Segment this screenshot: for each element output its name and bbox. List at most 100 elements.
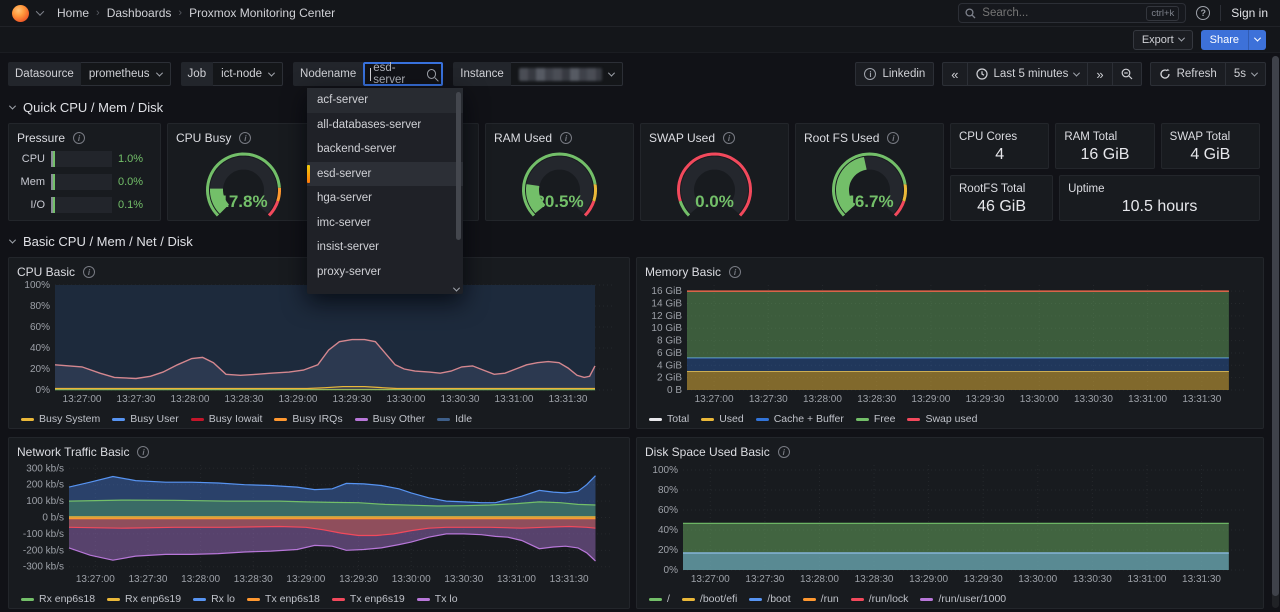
svg-text:40%: 40%: [30, 343, 50, 354]
legend-swatch-icon: [107, 598, 120, 601]
section-quick-cpu-mem-disk[interactable]: Quick CPU / Mem / Disk: [10, 95, 1266, 119]
svg-text:14 GiB: 14 GiB: [651, 299, 682, 310]
page-scrollbar[interactable]: [1272, 56, 1279, 608]
legend-item[interactable]: /: [649, 593, 670, 605]
info-icon[interactable]: i: [723, 132, 735, 144]
info-icon[interactable]: i: [560, 132, 572, 144]
time-range-picker[interactable]: Last 5 minutes: [967, 62, 1088, 86]
panel-title: CPU Basic: [17, 265, 75, 279]
panel-pressure[interactable]: Pressure i CPU1.0%Mem0.0%I/O0.1%: [8, 123, 161, 221]
stat-value: 46 GiB: [959, 198, 1044, 216]
dropdown-option-hga-server[interactable]: hga-server: [307, 186, 463, 211]
legend-item[interactable]: /run/user/1000: [920, 593, 1006, 605]
dropdown-option-all-databases-server[interactable]: all-databases-server: [307, 113, 463, 138]
legend-item[interactable]: Busy Other: [355, 413, 426, 425]
legend-item[interactable]: Cache + Buffer: [756, 413, 844, 425]
panel-cpu-busy[interactable]: CPU Busy i 17.8%: [167, 123, 320, 221]
legend-item[interactable]: Tx enp6s18: [247, 593, 320, 605]
panel-title: RootFS Total: [959, 182, 1044, 196]
cpu-busy-gauge: 17.8%: [176, 146, 311, 225]
breadcrumb-home[interactable]: Home: [57, 6, 89, 20]
nodename-input[interactable]: esd-server: [363, 62, 443, 86]
pressure-bar: [51, 151, 112, 167]
dropdown-option-acf-server[interactable]: acf-server: [307, 88, 463, 113]
chevron-down-icon: [1178, 35, 1185, 42]
share-menu-button[interactable]: [1248, 30, 1266, 50]
legend-item[interactable]: /run: [803, 593, 839, 605]
panel-ram-total[interactable]: RAM Total 16 GiB: [1055, 123, 1154, 169]
instance-label: Instance: [453, 62, 510, 86]
dropdown-option-proxy-server[interactable]: proxy-server: [307, 260, 463, 285]
legend-item[interactable]: /boot: [749, 593, 790, 605]
info-icon[interactable]: i: [73, 132, 85, 144]
info-icon[interactable]: i: [137, 446, 149, 458]
info-icon[interactable]: i: [778, 446, 790, 458]
breadcrumb-dashboards[interactable]: Dashboards: [107, 6, 172, 20]
panel-uptime[interactable]: Uptime 10.5 hours: [1059, 175, 1260, 221]
panel-memory-basic[interactable]: Memory Basic i 13:27:0013:27:3013:28:001…: [636, 257, 1264, 429]
svg-text:13:29:00: 13:29:00: [279, 394, 318, 405]
job-picker[interactable]: ict-node: [213, 62, 283, 86]
search-icon: [427, 69, 437, 79]
export-button[interactable]: Export: [1133, 30, 1193, 50]
legend-item[interactable]: Rx lo: [193, 593, 235, 605]
linkedin-link-button[interactable]: i Linkedin: [855, 62, 934, 86]
breadcrumb-dashboard-title[interactable]: Proxmox Monitoring Center: [189, 6, 335, 20]
info-icon[interactable]: i: [83, 266, 95, 278]
svg-text:13:31:00: 13:31:00: [495, 394, 534, 405]
refresh-button[interactable]: Refresh: [1150, 62, 1225, 86]
dropdown-option-backend-server[interactable]: backend-server: [307, 137, 463, 162]
legend-item[interactable]: Rx enp6s18: [21, 593, 95, 605]
legend-item[interactable]: Busy System: [21, 413, 100, 425]
legend-item[interactable]: Idle: [437, 413, 472, 425]
legend-item[interactable]: /boot/efi: [682, 593, 737, 605]
legend-item[interactable]: Busy Iowait: [191, 413, 263, 425]
legend-item[interactable]: Rx enp6s19: [107, 593, 181, 605]
datasource-picker[interactable]: prometheus: [81, 62, 171, 86]
panel-ram-used[interactable]: RAM Used i 20.5%: [485, 123, 634, 221]
panel-swap-used[interactable]: SWAP Used i 0.0%: [640, 123, 789, 221]
legend-item[interactable]: Used: [701, 413, 744, 425]
info-icon[interactable]: i: [887, 132, 899, 144]
sign-in-button[interactable]: Sign in: [1231, 6, 1268, 20]
legend-item[interactable]: Swap used: [907, 413, 977, 425]
dropdown-option-esd-server[interactable]: esd-server: [307, 162, 463, 187]
panel-network-traffic-basic[interactable]: Network Traffic Basic i 13:27:0013:27:30…: [8, 437, 630, 609]
search-input[interactable]: [982, 7, 1140, 19]
org-switcher-chevron-icon[interactable]: [36, 7, 44, 15]
legend-item[interactable]: Busy User: [112, 413, 178, 425]
legend-item[interactable]: Total: [649, 413, 689, 425]
time-shift-forward-button[interactable]: »: [1087, 62, 1111, 86]
dropdown-option-imc-server[interactable]: imc-server: [307, 211, 463, 236]
svg-text:13:31:30: 13:31:30: [550, 574, 589, 585]
info-icon[interactable]: i: [239, 132, 251, 144]
section-basic-cpu-mem-net-disk[interactable]: Basic CPU / Mem / Net / Disk: [10, 229, 1266, 253]
panel-rootfs-total[interactable]: RootFS Total 46 GiB: [950, 175, 1053, 221]
legend-item[interactable]: /run/lock: [851, 593, 909, 605]
panel-swap-total[interactable]: SWAP Total 4 GiB: [1161, 123, 1260, 169]
info-icon[interactable]: i: [729, 266, 741, 278]
grafana-logo-icon[interactable]: [12, 5, 29, 22]
share-button[interactable]: Share: [1201, 30, 1248, 50]
svg-text:13:30:00: 13:30:00: [1020, 394, 1059, 405]
dropdown-option-insist-server[interactable]: insist-server: [307, 235, 463, 260]
dropdown-scrollbar[interactable]: [456, 92, 461, 240]
legend-item[interactable]: Busy IRQs: [274, 413, 342, 425]
breadcrumb-separator: ›: [96, 7, 100, 19]
time-shift-back-button[interactable]: «: [942, 62, 966, 86]
svg-text:46.7%: 46.7%: [845, 192, 893, 211]
legend-item[interactable]: Free: [856, 413, 896, 425]
panel-cpu-cores[interactable]: CPU Cores 4: [950, 123, 1049, 169]
help-icon[interactable]: ?: [1196, 6, 1210, 20]
legend-item[interactable]: Tx lo: [417, 593, 458, 605]
svg-text:13:31:30: 13:31:30: [549, 394, 588, 405]
legend-item[interactable]: Tx enp6s19: [332, 593, 405, 605]
panel-root-fs-used[interactable]: Root FS Used i 46.7%: [795, 123, 944, 221]
global-search[interactable]: ctrl+k: [958, 3, 1186, 23]
scroll-down-icon[interactable]: [453, 285, 460, 292]
page-scrollbar-thumb[interactable]: [1272, 56, 1279, 596]
zoom-out-time-button[interactable]: [1112, 62, 1142, 86]
refresh-interval-picker[interactable]: 5s: [1225, 62, 1266, 86]
panel-disk-space-used-basic[interactable]: Disk Space Used Basic i 13:27:0013:27:30…: [636, 437, 1264, 609]
instance-picker[interactable]: [511, 62, 623, 86]
